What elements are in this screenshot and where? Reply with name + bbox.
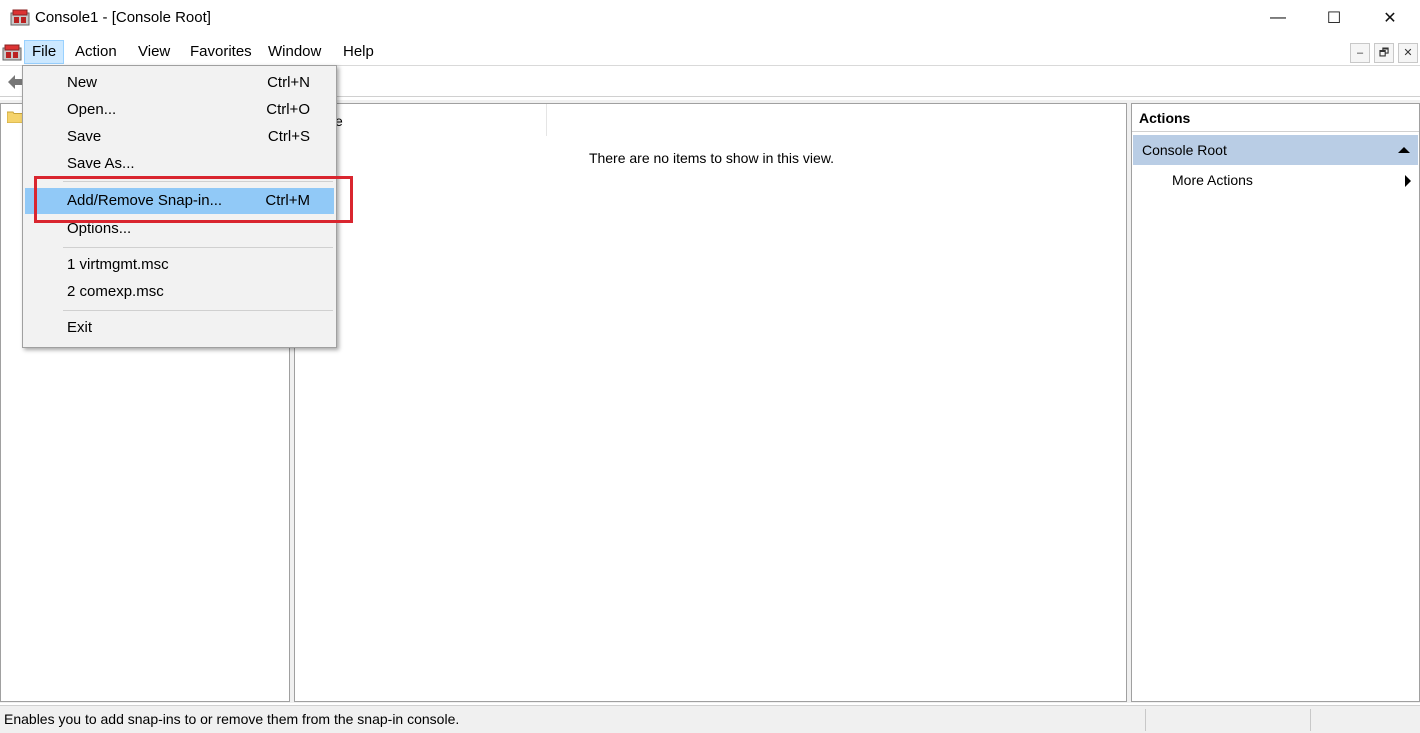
- menu-item-recent-1[interactable]: 1 virtmgmt.msc: [25, 252, 334, 278]
- menu-action[interactable]: Action: [68, 40, 124, 64]
- child-minimize-button[interactable]: –: [1350, 43, 1370, 63]
- actions-title: Actions: [1132, 104, 1419, 132]
- menu-window[interactable]: Window: [261, 40, 328, 64]
- maximize-button[interactable]: ☐: [1306, 0, 1362, 36]
- status-bar: Enables you to add snap-ins to or remove…: [0, 705, 1420, 733]
- menu-item-exit[interactable]: Exit: [25, 315, 334, 341]
- menu-item-label: Save: [67, 128, 102, 145]
- system-menu-icon[interactable]: [2, 43, 22, 61]
- menu-item-shortcut: Ctrl+O: [266, 101, 310, 118]
- menu-item-shortcut: Ctrl+N: [267, 74, 310, 91]
- menu-item-shortcut: Ctrl+S: [267, 128, 310, 145]
- mmc-app-icon: [10, 9, 30, 26]
- actions-group-console-root[interactable]: Console Root: [1133, 135, 1418, 165]
- child-restore-button[interactable]: 🗗: [1374, 43, 1394, 63]
- status-divider: [1310, 709, 1311, 731]
- folder-icon: [7, 111, 23, 123]
- highlight-annotation-box: [34, 176, 353, 223]
- more-actions-link[interactable]: More Actions: [1172, 172, 1253, 188]
- status-divider: [1145, 709, 1146, 731]
- submenu-arrow-icon: [1405, 175, 1411, 187]
- collapse-arrow-icon[interactable]: [1398, 147, 1410, 153]
- menu-view[interactable]: View: [131, 40, 177, 64]
- title-bar: Console1 - [Console Root] — ☐ ✕: [0, 0, 1420, 36]
- menu-item-recent-2[interactable]: 2 comexp.msc: [25, 279, 334, 305]
- menu-help[interactable]: Help: [336, 40, 381, 64]
- menu-item-save-as[interactable]: Save As...: [25, 151, 334, 177]
- menu-bar: File Action View Favorites Window Help: [0, 38, 1420, 66]
- menu-item-label: New: [67, 74, 98, 91]
- menu-item-label: Open...: [67, 101, 117, 118]
- menu-favorites[interactable]: Favorites: [183, 40, 259, 64]
- menu-item-label: 2 comexp.msc: [67, 283, 164, 300]
- child-close-button[interactable]: ✕: [1398, 43, 1418, 63]
- menu-separator: [63, 310, 333, 311]
- menu-item-open[interactable]: Open... Ctrl+O: [25, 97, 334, 123]
- menu-file[interactable]: File: [24, 40, 65, 64]
- window-title: Console1 - [Console Root]: [35, 9, 211, 26]
- actions-group-label: Console Root: [1142, 142, 1227, 158]
- menu-item-new[interactable]: New Ctrl+N: [25, 70, 334, 96]
- actions-pane: Actions Console Root More Actions: [1131, 103, 1420, 702]
- empty-view-message: There are no items to show in this view.: [588, 150, 835, 166]
- menu-separator: [63, 247, 333, 248]
- menu-item-save[interactable]: Save Ctrl+S: [25, 124, 334, 150]
- minimize-button[interactable]: —: [1250, 0, 1306, 36]
- menu-item-label: Save As...: [67, 155, 135, 172]
- menu-item-label: Exit: [67, 319, 93, 336]
- result-pane[interactable]: e There are no items to show in this vie…: [294, 103, 1127, 702]
- close-button[interactable]: ✕: [1362, 0, 1418, 36]
- status-text: Enables you to add snap-ins to or remove…: [4, 711, 460, 727]
- menu-item-label: 1 virtmgmt.msc: [67, 256, 169, 273]
